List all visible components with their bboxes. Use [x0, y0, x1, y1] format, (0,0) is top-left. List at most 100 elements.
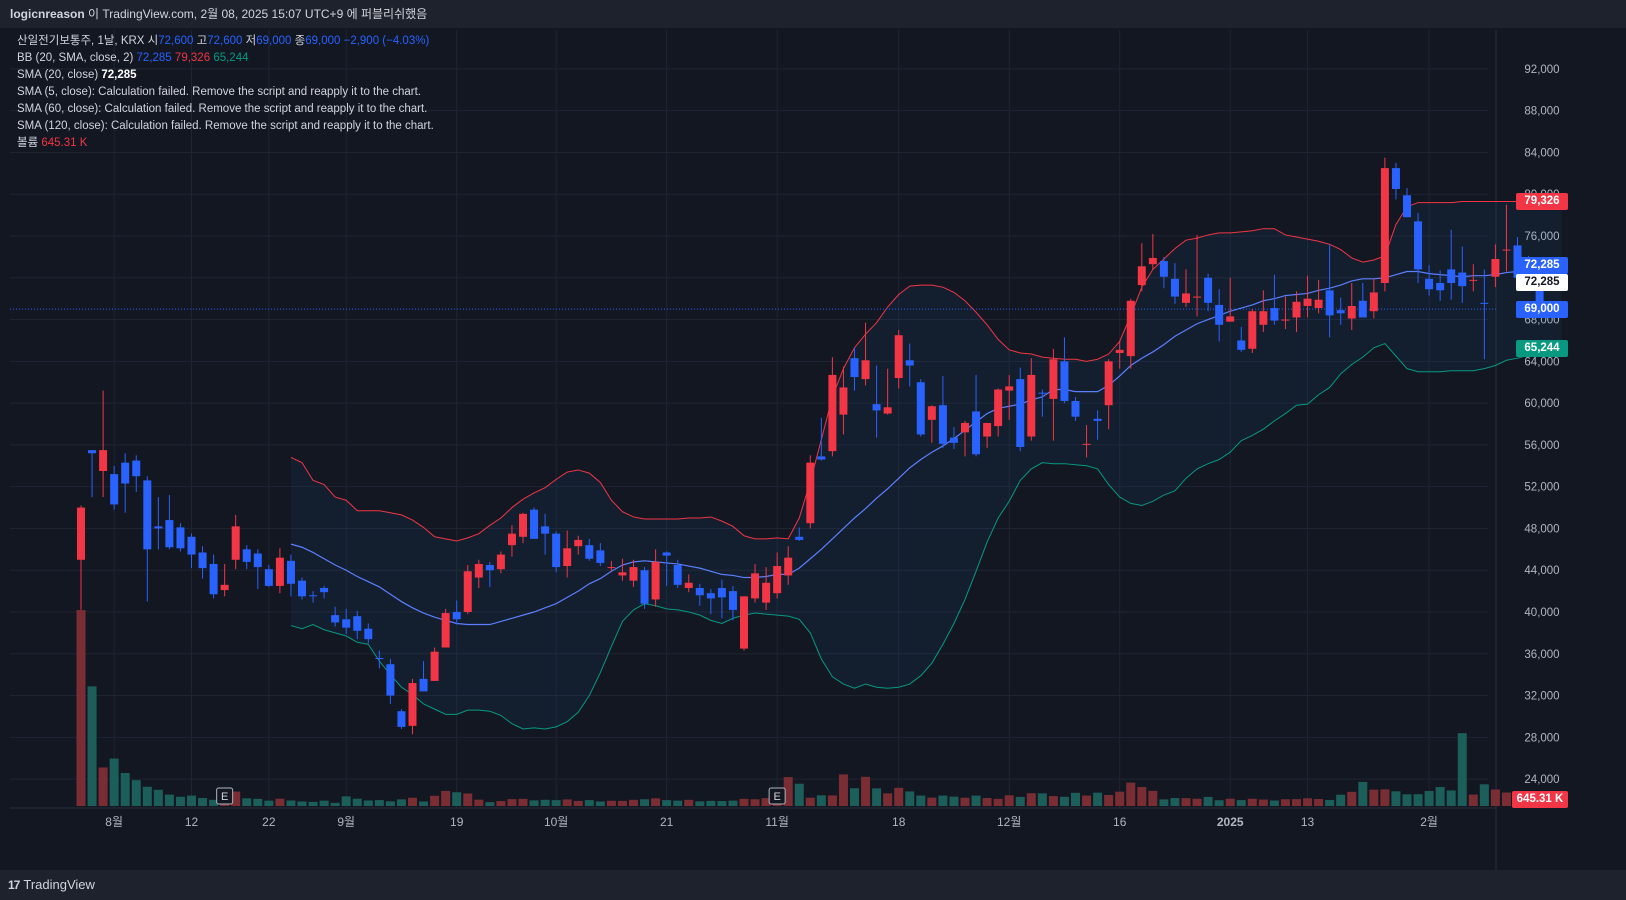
- volume-bar: [120, 773, 130, 806]
- candle-body: [430, 651, 439, 681]
- last-price-tag: 69,000: [1516, 300, 1568, 318]
- volume-bar: [684, 799, 694, 806]
- legend-sma5-row[interactable]: SMA (5, close): Calculation failed. Remo…: [17, 84, 434, 101]
- legend-sma60-row[interactable]: SMA (60, close): Calculation failed. Rem…: [17, 101, 434, 118]
- x-tick-label: 16: [1113, 815, 1127, 829]
- volume-bar: [595, 801, 605, 806]
- volume-bar: [264, 800, 274, 806]
- candle-body: [342, 619, 351, 628]
- x-tick-label: 13: [1301, 815, 1315, 829]
- symbol-title[interactable]: 산일전기보통주, 1날, KRX: [17, 35, 144, 47]
- volume-bar: [1336, 794, 1346, 806]
- bb-label[interactable]: BB (20, SMA, close, 2): [17, 52, 133, 64]
- legend-symbol-row[interactable]: 산일전기보통주, 1날, KRX 시72,600 고72,600 저69,000…: [17, 33, 434, 50]
- candle-body: [1391, 168, 1400, 189]
- y-tick-label: 88,000: [1524, 106, 1559, 118]
- x-tick-label: 12월: [997, 815, 1021, 829]
- candle-body: [1237, 340, 1246, 350]
- volume-price-tag: 645.31 K: [1512, 791, 1568, 808]
- candle-body: [728, 591, 737, 610]
- author-name[interactable]: logicnreason: [10, 7, 85, 21]
- legend-volume-row[interactable]: 볼륨 645.31 K: [17, 135, 434, 152]
- x-tick-label: 2월: [1420, 815, 1438, 829]
- candle-body: [905, 360, 914, 366]
- volume-bar: [1479, 784, 1489, 806]
- volume-bar: [1258, 799, 1268, 806]
- candle-body: [331, 615, 340, 623]
- chart-area[interactable]: 92,00088,00084,00080,00076,00072,00068,0…: [10, 30, 1616, 870]
- volume-bar: [850, 788, 859, 806]
- volume-bar: [982, 798, 992, 806]
- volume-bar: [1303, 798, 1313, 806]
- volume-bar: [739, 798, 749, 806]
- candle-body: [574, 539, 583, 547]
- candle-body: [983, 422, 992, 437]
- candle-body: [88, 450, 97, 454]
- candle-body: [286, 560, 295, 584]
- candle-body: [817, 456, 826, 460]
- candle-body: [563, 548, 572, 567]
- volume-label[interactable]: 볼륨: [17, 137, 38, 149]
- candle-body: [1358, 300, 1367, 318]
- price-chart[interactable]: 92,00088,00084,00080,00076,00072,00068,0…: [10, 30, 1616, 870]
- volume-bar: [1048, 796, 1058, 806]
- volume-bar: [164, 794, 174, 806]
- volume-bar: [1082, 795, 1092, 806]
- tradingview-brand[interactable]: 17 TradingView: [8, 877, 95, 892]
- y-tick-label: 84,000: [1524, 147, 1559, 159]
- volume-bar: [816, 795, 826, 806]
- volume-bar: [971, 795, 981, 806]
- volume-bar: [319, 800, 329, 806]
- sma-price-tag: 72,285: [1516, 273, 1568, 291]
- sma20-value: 72,285: [101, 69, 137, 81]
- candle-body: [1491, 258, 1500, 277]
- change-value: −2,900 (−4.03%): [343, 35, 430, 47]
- volume-bar: [1093, 792, 1103, 806]
- y-tick-label: 56,000: [1524, 440, 1559, 452]
- legend-sma20-row[interactable]: SMA (20, close) 72,285: [17, 67, 434, 84]
- candle-body: [264, 569, 273, 586]
- candle-body: [1226, 316, 1235, 322]
- volume-bar: [1501, 792, 1511, 806]
- bb-fill: [290, 201, 1562, 729]
- candle-body: [872, 404, 881, 411]
- candle-body: [795, 536, 804, 540]
- volume-bar: [805, 797, 815, 806]
- candle-body: [1325, 290, 1334, 316]
- candle-body: [1170, 278, 1179, 297]
- volume-bar: [1071, 792, 1080, 806]
- volume-bar: [673, 800, 683, 806]
- high-value: 72,600: [207, 35, 243, 47]
- candle-body: [1270, 308, 1279, 321]
- volume-bar: [242, 798, 252, 806]
- volume-bar: [1104, 795, 1114, 806]
- candle-body: [463, 571, 472, 612]
- volume-bar: [1181, 798, 1191, 806]
- candle-body: [242, 549, 251, 562]
- candle-body: [1016, 379, 1025, 447]
- volume-bar: [861, 776, 871, 806]
- volume-bar: [518, 798, 528, 806]
- legend-bb-row[interactable]: BB (20, SMA, close, 2) 72,285 79,326 65,…: [17, 50, 434, 67]
- volume-bar: [87, 686, 97, 806]
- volume-bar: [308, 801, 318, 806]
- volume-bar: [142, 786, 152, 806]
- volume-bar: [1159, 799, 1169, 806]
- candle-body: [1336, 310, 1345, 314]
- sma20-label[interactable]: SMA (20, close): [17, 69, 98, 81]
- volume-bar: [949, 796, 959, 806]
- volume-bar: [463, 793, 473, 806]
- close-label: 종: [294, 35, 306, 47]
- candle-body: [474, 563, 483, 578]
- volume-bar: [131, 780, 141, 806]
- volume-bar: [1280, 799, 1290, 806]
- candle-body: [519, 513, 527, 537]
- candle-body: [496, 554, 505, 570]
- volume-bar: [352, 798, 362, 806]
- candle-body: [828, 374, 837, 452]
- candle-body: [927, 406, 936, 420]
- volume-bar: [408, 797, 417, 806]
- legend-sma120-row[interactable]: SMA (120, close): Calculation failed. Re…: [17, 118, 434, 135]
- candle-body: [673, 565, 682, 585]
- volume-bar: [1126, 782, 1136, 806]
